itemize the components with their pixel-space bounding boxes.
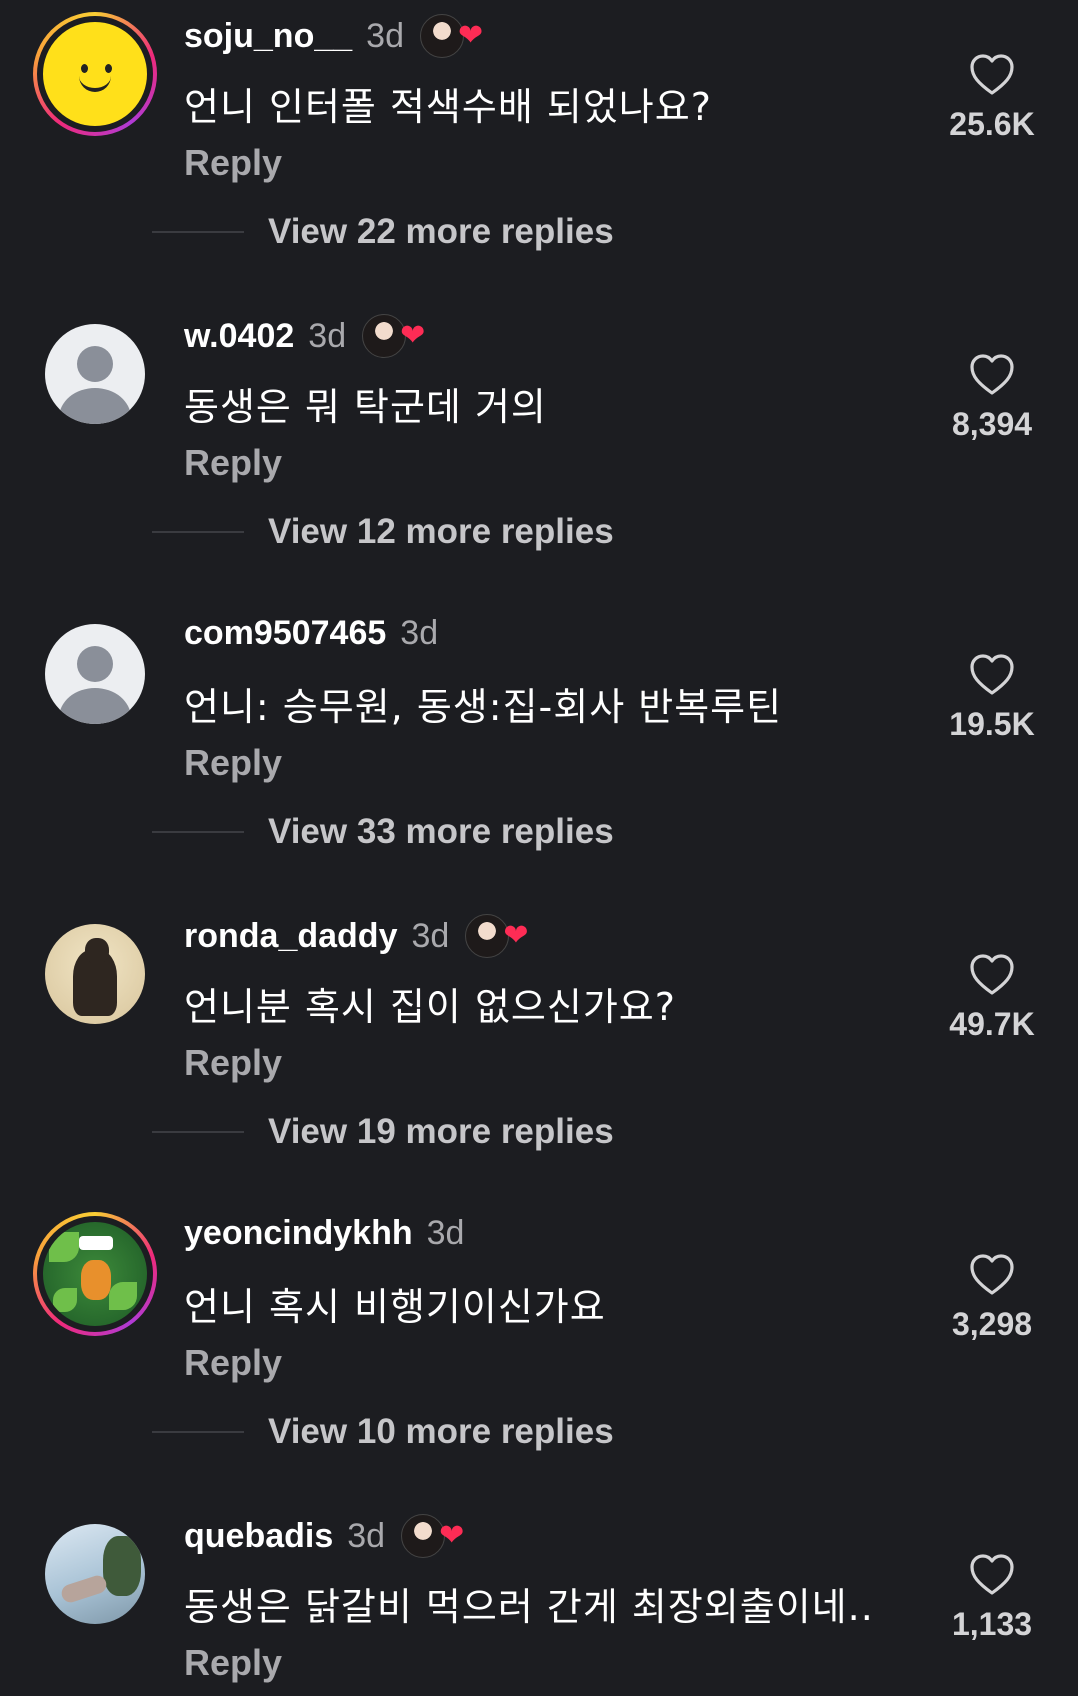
reply-button[interactable]: Reply xyxy=(184,1642,282,1684)
like-count: 25.6K xyxy=(949,106,1035,142)
comment-header: com9507465 3d xyxy=(184,614,438,653)
smiley-avatar-image xyxy=(37,16,153,132)
comment-item: quebadis 3d ❤ 동생은 닭갈비 먹으러 간게 최장외출이네.. Re… xyxy=(0,1500,1078,1696)
heart-outline-icon[interactable] xyxy=(968,652,1016,696)
username[interactable]: ronda_daddy xyxy=(184,917,397,956)
timestamp: 3d xyxy=(411,916,450,955)
view-more-label: View 33 more replies xyxy=(268,812,614,851)
avatar[interactable] xyxy=(33,12,157,136)
comment-header: soju_no__ 3d ❤ xyxy=(184,14,483,58)
reply-button[interactable]: Reply xyxy=(184,1042,282,1084)
comment-header: ronda_daddy 3d ❤ xyxy=(184,914,528,958)
reply-button[interactable]: Reply xyxy=(184,142,282,184)
heart-outline-icon[interactable] xyxy=(968,52,1016,96)
avatar[interactable] xyxy=(33,312,157,436)
comment-item: com9507465 3d 언니: 승무원, 동생:집-회사 반복루틴 Repl… xyxy=(0,600,1078,900)
timestamp: 3d xyxy=(347,1516,386,1555)
view-more-label: View 22 more replies xyxy=(268,212,614,251)
comment-text: 언니분 혹시 집이 없으신가요? xyxy=(184,985,676,1029)
default-avatar-icon xyxy=(45,624,145,724)
like-count: 49.7K xyxy=(949,1006,1035,1042)
heart-outline-icon[interactable] xyxy=(968,952,1016,996)
heart-filled-icon: ❤ xyxy=(400,319,426,352)
timestamp: 3d xyxy=(426,1214,465,1252)
reply-button[interactable]: Reply xyxy=(184,1342,282,1384)
heart-filled-icon: ❤ xyxy=(503,919,529,952)
heart-filled-icon: ❤ xyxy=(458,19,484,52)
like-control: 3,298 xyxy=(932,1252,1052,1343)
divider-line xyxy=(152,231,244,233)
sky-photo-avatar-image xyxy=(45,1524,145,1624)
timestamp: 3d xyxy=(366,16,404,55)
like-control: 25.6K xyxy=(932,52,1052,143)
creator-liked-badge: ❤ xyxy=(420,14,483,58)
like-count: 19.5K xyxy=(949,706,1035,742)
heart-outline-icon[interactable] xyxy=(968,352,1016,396)
comment-text: 동생은 닭갈비 먹으러 간게 최장외출이네.. xyxy=(184,1585,874,1629)
reply-button[interactable]: Reply xyxy=(184,442,282,484)
default-avatar-icon xyxy=(45,324,145,424)
username[interactable]: soju_no__ xyxy=(184,17,352,56)
view-more-replies-button[interactable]: View 19 more replies xyxy=(152,1112,614,1152)
divider-line xyxy=(152,1431,244,1433)
comment-item: yeoncindykhh 3d 언니 혹시 비행기이신가요 Reply 3,29… xyxy=(0,1200,1078,1500)
reply-button[interactable]: Reply xyxy=(184,742,282,784)
view-more-label: View 19 more replies xyxy=(268,1112,614,1151)
like-control: 49.7K xyxy=(932,952,1052,1043)
like-count: 1,133 xyxy=(951,1606,1033,1642)
like-count: 8,394 xyxy=(951,406,1033,442)
avatar[interactable] xyxy=(33,1212,157,1336)
comment-header: w.0402 3d ❤ xyxy=(184,314,425,358)
view-more-replies-button[interactable]: View 22 more replies xyxy=(152,212,614,252)
creator-liked-badge: ❤ xyxy=(362,314,425,358)
dog-avatar-image xyxy=(45,924,145,1024)
view-more-replies-button[interactable]: View 10 more replies xyxy=(152,1412,614,1452)
comments-list: soju_no__ 3d ❤ 언니 인터폴 적색수배 되었나요? Reply 2… xyxy=(0,0,1078,1696)
heart-filled-icon: ❤ xyxy=(439,1519,465,1552)
avatar[interactable] xyxy=(33,612,157,736)
divider-line xyxy=(152,1131,244,1133)
avatar[interactable] xyxy=(33,1512,157,1636)
comment-header: yeoncindykhh 3d xyxy=(184,1214,464,1253)
view-more-replies-button[interactable]: View 12 more replies xyxy=(152,512,614,552)
comment-item: soju_no__ 3d ❤ 언니 인터폴 적색수배 되었나요? Reply 2… xyxy=(0,0,1078,300)
divider-line xyxy=(152,831,244,833)
username[interactable]: w.0402 xyxy=(184,317,294,356)
comment-text: 동생은 뭐 탁군데 거의 xyxy=(184,385,547,429)
comment-text: 언니 인터폴 적색수배 되었나요? xyxy=(184,85,712,129)
username[interactable]: quebadis xyxy=(184,1517,333,1556)
comment-text: 언니 혹시 비행기이신가요 xyxy=(184,1285,606,1329)
creator-liked-badge: ❤ xyxy=(401,1514,464,1558)
like-control: 1,133 xyxy=(932,1552,1052,1643)
view-more-label: View 10 more replies xyxy=(268,1412,614,1451)
timestamp: 3d xyxy=(400,614,439,652)
username[interactable]: yeoncindykhh xyxy=(184,1214,413,1253)
like-count: 3,298 xyxy=(951,1306,1033,1342)
creator-liked-badge: ❤ xyxy=(465,914,528,958)
like-control: 8,394 xyxy=(932,352,1052,443)
avatar[interactable] xyxy=(33,912,157,1036)
username[interactable]: com9507465 xyxy=(184,614,386,653)
heart-outline-icon[interactable] xyxy=(968,1252,1016,1296)
heart-outline-icon[interactable] xyxy=(968,1552,1016,1596)
comment-header: quebadis 3d ❤ xyxy=(184,1514,464,1558)
comment-item: w.0402 3d ❤ 동생은 뭐 탁군데 거의 Reply 8,394 Vie… xyxy=(0,300,1078,600)
view-more-label: View 12 more replies xyxy=(268,512,614,551)
like-control: 19.5K xyxy=(932,652,1052,743)
divider-line xyxy=(152,531,244,533)
jungle-avatar-image xyxy=(37,1216,153,1332)
comment-item: ronda_daddy 3d ❤ 언니분 혹시 집이 없으신가요? Reply … xyxy=(0,900,1078,1200)
timestamp: 3d xyxy=(308,316,347,355)
comment-text: 언니: 승무원, 동생:집-회사 반복루틴 xyxy=(184,685,783,729)
view-more-replies-button[interactable]: View 33 more replies xyxy=(152,812,614,852)
